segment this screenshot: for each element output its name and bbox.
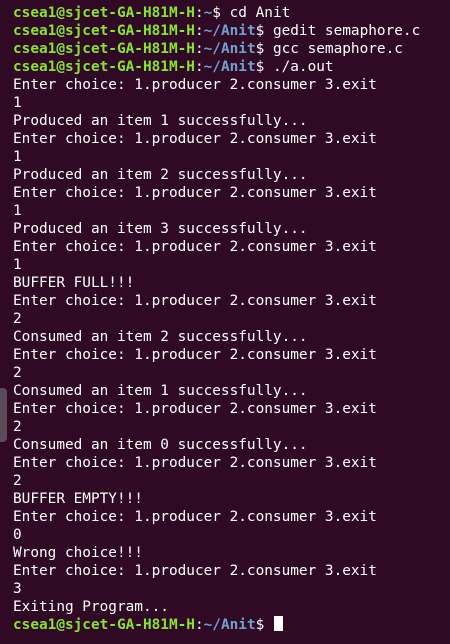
text-cursor [273,616,283,631]
user-input: 2 [13,473,22,489]
prompt-line: csea1@sjcet-GA-H81M-H:~/Anit$ gcc semaph… [13,41,403,57]
active-prompt-line[interactable]: csea1@sjcet-GA-H81M-H:~/Anit$ [13,616,450,634]
terminal-window[interactable]: csea1@sjcet-GA-H81M-H:~$ cd Anit csea1@s… [0,0,450,644]
menu-prompt: Enter choice: 1.producer 2.consumer 3.ex… [13,293,377,309]
program-output: Consumed an item 1 successfully... [13,383,308,399]
menu-prompt: Enter choice: 1.producer 2.consumer 3.ex… [13,185,377,201]
user-input: 2 [13,311,22,327]
menu-prompt: Enter choice: 1.producer 2.consumer 3.ex… [13,563,377,579]
command-text: gedit semaphore.c [264,23,421,39]
program-output: Consumed an item 2 successfully... [13,329,308,345]
menu-prompt: Enter choice: 1.producer 2.consumer 3.ex… [13,401,377,417]
prompt-line: csea1@sjcet-GA-H81M-H:~/Anit$ gedit sema… [13,23,421,39]
program-output: Produced an item 3 successfully... [13,221,308,237]
command-text: gcc semaphore.c [264,41,403,57]
menu-prompt: Enter choice: 1.producer 2.consumer 3.ex… [13,131,377,147]
user-input: 1 [13,95,22,111]
prompt-path: ~/Anit [203,23,256,39]
prompt-user-host: csea1@sjcet-GA-H81M-H [13,617,195,633]
program-output: BUFFER EMPTY!!! [13,491,143,507]
prompt-user-host: csea1@sjcet-GA-H81M-H [13,5,195,21]
prompt-line: csea1@sjcet-GA-H81M-H:~$ cd Anit [13,5,291,21]
program-output: Consumed an item 0 successfully... [13,437,308,453]
prompt-line: csea1@sjcet-GA-H81M-H:~/Anit$ ./a.out [13,59,334,75]
prompt-user-host: csea1@sjcet-GA-H81M-H [13,59,195,75]
prompt-user-host: csea1@sjcet-GA-H81M-H [13,41,195,57]
user-input: 1 [13,257,22,273]
program-output: Exiting Program... [13,599,169,615]
scrollbar-handle[interactable] [0,388,7,442]
user-input: 1 [13,203,22,219]
prompt-path: ~ [203,5,213,21]
menu-prompt: Enter choice: 1.producer 2.consumer 3.ex… [13,455,377,471]
program-output: BUFFER FULL!!! [13,275,135,291]
program-output: Produced an item 1 successfully... [13,113,308,129]
user-input: 0 [13,527,22,543]
user-input: 3 [13,581,22,597]
menu-prompt: Enter choice: 1.producer 2.consumer 3.ex… [13,347,377,363]
user-input: 2 [13,419,22,435]
command-text: ./a.out [264,59,334,75]
menu-prompt: Enter choice: 1.producer 2.consumer 3.ex… [13,509,377,525]
user-input: 2 [13,365,22,381]
prompt-user-host: csea1@sjcet-GA-H81M-H [13,23,195,39]
user-input: 1 [13,149,22,165]
menu-prompt: Enter choice: 1.producer 2.consumer 3.ex… [13,77,377,93]
prompt-path: ~/Anit [203,617,256,633]
command-text: cd Anit [220,5,291,21]
program-output: Wrong choice!!! [13,545,143,561]
menu-prompt: Enter choice: 1.producer 2.consumer 3.ex… [13,239,377,255]
prompt-path: ~/Anit [203,41,256,57]
program-output: Produced an item 2 successfully... [13,167,308,183]
prompt-path: ~/Anit [203,59,256,75]
